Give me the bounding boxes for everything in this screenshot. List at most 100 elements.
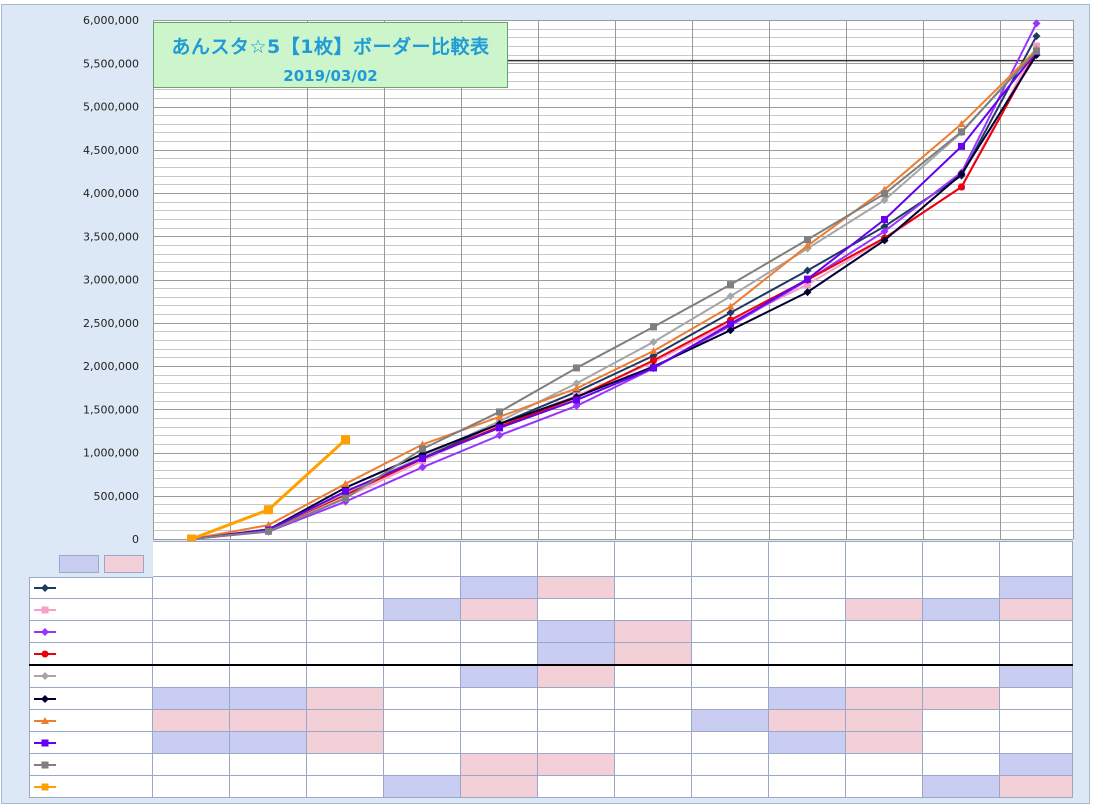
data-point	[342, 487, 349, 495]
data-point	[496, 424, 503, 432]
data-cell	[769, 732, 846, 754]
data-cell	[1000, 710, 1073, 732]
data-point	[41, 627, 49, 636]
data-cell	[615, 599, 692, 621]
data-cell	[846, 599, 923, 621]
data-cell	[461, 643, 538, 665]
data-cell	[461, 621, 538, 643]
data-cell	[538, 665, 615, 688]
data-cell	[307, 710, 384, 732]
data-cell	[307, 776, 384, 798]
column-header	[461, 541, 538, 577]
data-cell	[384, 665, 461, 688]
y-tick-label: 2,000,000	[83, 360, 139, 373]
data-point	[958, 128, 965, 136]
data-cell	[538, 621, 615, 643]
data-cell	[153, 577, 230, 599]
data-cell	[769, 577, 846, 599]
data-cell	[384, 688, 461, 710]
data-cell	[923, 688, 1000, 710]
y-tick-label: 5,500,000	[83, 57, 139, 70]
legend-swatch	[34, 606, 56, 613]
legend-swatch	[34, 783, 56, 790]
data-cell	[384, 643, 461, 665]
data-cell	[692, 643, 769, 665]
data-cell	[230, 688, 307, 710]
data-cell	[615, 754, 692, 776]
chart-title: あんスタ☆5【1枚】ボーダー比較表	[171, 36, 490, 58]
data-cell	[461, 732, 538, 754]
data-cell	[153, 599, 230, 621]
data-cell	[769, 688, 846, 710]
y-tick-label: 4,500,000	[83, 144, 139, 157]
data-cell	[846, 754, 923, 776]
data-cell	[153, 688, 230, 710]
y-tick-label: 5,000,000	[83, 101, 139, 114]
data-cell	[615, 577, 692, 599]
chart-title-box: あんスタ☆5【1枚】ボーダー比較表 2019/03/02	[153, 22, 508, 88]
data-cell	[923, 577, 1000, 599]
data-point	[727, 281, 734, 289]
data-cell	[1000, 776, 1073, 798]
series-label	[29, 754, 153, 776]
data-cell	[461, 776, 538, 798]
column-header	[692, 541, 769, 577]
data-point	[573, 396, 580, 404]
data-cell	[461, 754, 538, 776]
data-point	[41, 606, 49, 613]
data-cell	[1000, 599, 1073, 621]
series-label	[29, 599, 153, 621]
legend-swatch	[34, 672, 56, 680]
data-cell	[923, 732, 1000, 754]
data-cell	[307, 599, 384, 621]
data-cell	[153, 754, 230, 776]
data-cell	[1000, 688, 1073, 710]
data-cell	[769, 665, 846, 688]
data-cell	[769, 754, 846, 776]
data-cell	[230, 710, 307, 732]
data-cell	[615, 688, 692, 710]
data-cell	[153, 643, 230, 665]
y-tick-label: 1,000,000	[83, 447, 139, 460]
y-tick-label: 0	[132, 533, 139, 546]
data-cell	[538, 710, 615, 732]
data-cell	[153, 710, 230, 732]
data-cell	[615, 776, 692, 798]
series-label	[29, 688, 153, 710]
data-cell	[384, 754, 461, 776]
data-point	[41, 761, 49, 768]
data-cell	[307, 665, 384, 688]
column-header	[538, 541, 615, 577]
data-cell	[230, 776, 307, 798]
data-point	[650, 364, 657, 372]
data-point	[419, 454, 426, 462]
data-cell	[1000, 732, 1073, 754]
data-cell	[461, 599, 538, 621]
data-cell	[846, 665, 923, 688]
data-cell	[692, 599, 769, 621]
data-cell	[461, 688, 538, 710]
data-cell	[384, 710, 461, 732]
data-cell	[230, 643, 307, 665]
data-point	[265, 527, 272, 535]
legend-swatch	[34, 584, 56, 592]
data-cell	[230, 732, 307, 754]
data-cell	[846, 577, 923, 599]
legend-swatch	[34, 739, 56, 746]
data-cell	[846, 688, 923, 710]
data-cell	[384, 599, 461, 621]
data-cell	[307, 754, 384, 776]
data-cell	[153, 665, 230, 688]
data-point	[650, 323, 657, 331]
data-cell	[1000, 665, 1073, 688]
data-cell	[923, 621, 1000, 643]
data-point	[573, 364, 580, 372]
data-point	[881, 216, 888, 224]
data-cell	[307, 643, 384, 665]
data-cell	[923, 665, 1000, 688]
y-tick-label: 3,500,000	[83, 230, 139, 243]
data-cell	[769, 599, 846, 621]
data-cell	[692, 665, 769, 688]
legend-swatch	[34, 627, 56, 636]
data-point	[41, 584, 49, 592]
